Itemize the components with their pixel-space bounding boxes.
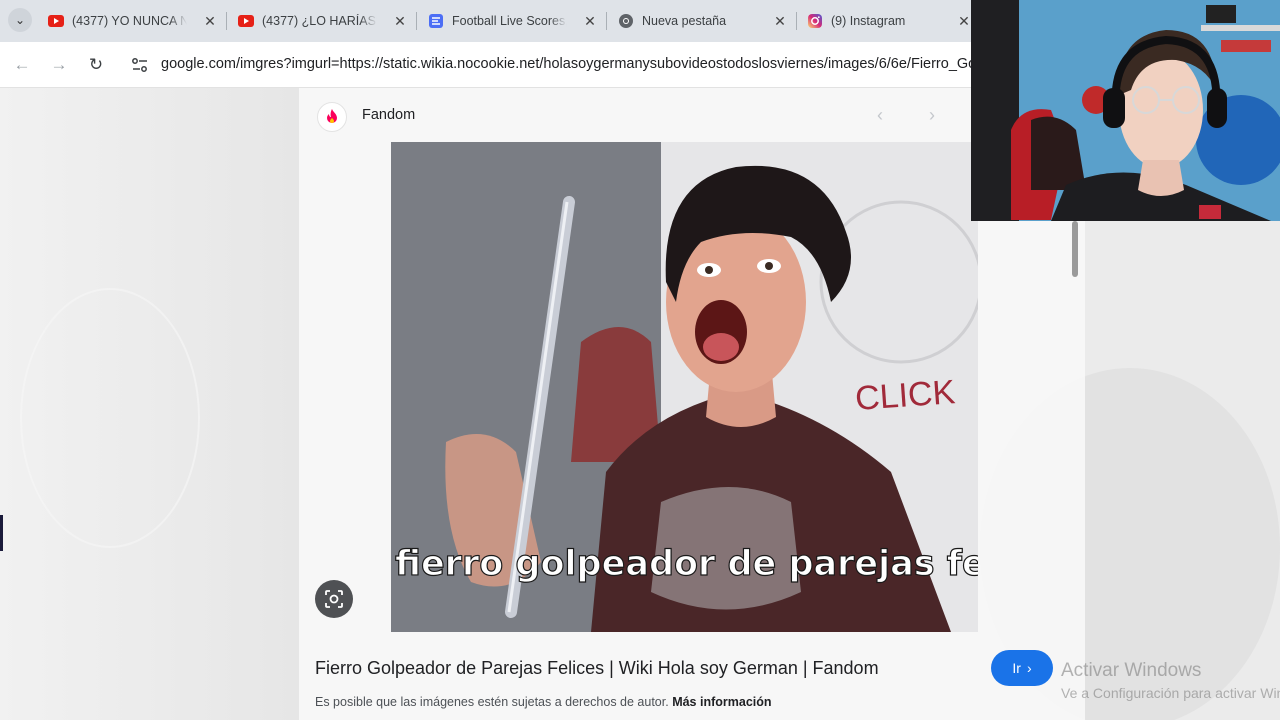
go-button-label: Ir [1012,660,1021,676]
lens-icon [325,590,343,608]
arrow-right-icon: → [50,55,68,74]
tune-icon [132,58,147,72]
preview-image-illustration: CLICK fierro golpeador de parejas felice… [391,142,978,632]
next-image-button[interactable]: › [929,105,935,126]
close-icon[interactable]: ✕ [202,13,218,30]
copyright-text: Es posible que las imágenes estén sujeta… [315,695,669,709]
tab-title: Football Live Scores, [452,14,567,28]
youtube-icon [48,13,64,29]
tab-divider [796,12,797,30]
sign-text: CLICK [854,373,957,418]
webcam-overlay [971,0,1280,221]
background-shape [20,288,200,548]
lens-search-button[interactable] [315,580,353,618]
tab-new-tab[interactable]: Nueva pestaña ✕ [618,6,788,36]
close-icon[interactable]: ✕ [956,13,972,30]
livescore-icon [428,13,444,29]
tab-strip: ⌄ (4377) YO NUNCA NUNCA ✕ (4377) ¿LO HAR… [0,0,975,42]
reload-icon: ↻ [88,55,104,74]
preview-image[interactable]: CLICK fierro golpeador de parejas felice… [391,142,978,632]
activation-watermark-subtitle: Ve a Configuración para activar Windows. [1061,685,1280,701]
close-icon[interactable]: ✕ [772,13,788,30]
close-icon[interactable]: ✕ [582,13,598,30]
site-info-button[interactable] [128,55,152,75]
chevron-right-icon: › [1026,660,1032,676]
tab-divider [226,12,227,30]
webcam-feed [971,0,1280,221]
chevron-left-icon: ‹ [877,105,883,125]
fandom-icon[interactable] [317,102,347,132]
tab-title: Nueva pestaña [642,14,727,28]
forward-button[interactable]: → [47,53,71,77]
activation-watermark-title: Activar Windows [1061,660,1202,681]
tab-title: (4377) YO NUNCA NUNCA [72,14,187,28]
panel-header: Fandom ‹ › [299,88,1085,142]
tab-search-button[interactable]: ⌄ [8,8,32,32]
chevron-down-icon: ⌄ [14,13,26,27]
tab-divider [606,12,607,30]
youtube-icon [238,13,254,29]
tab-youtube-2[interactable]: (4377) ¿LO HARÍAS? | ✕ [238,6,408,36]
previous-image-button[interactable]: ‹ [877,105,883,126]
tab-title: (4377) ¿LO HARÍAS? | [262,14,377,28]
chevron-right-icon: › [929,105,935,125]
tab-divider [416,12,417,30]
source-name[interactable]: Fandom [362,107,415,123]
image-preview-panel: Fandom ‹ › CLICK fierro golpeador de par… [299,88,1085,720]
tab-instagram[interactable]: (9) Instagram ✕ [807,6,972,36]
result-title-link[interactable]: Fierro Golpeador de Parejas Felices | Wi… [315,658,879,679]
image-caption: fierro golpeador de parejas felices [395,544,978,584]
tab-youtube-1[interactable]: (4377) YO NUNCA NUNCA ✕ [48,6,218,36]
chrome-icon [618,13,634,29]
scrollbar-thumb[interactable] [1072,221,1078,277]
more-info-link[interactable]: Más información [672,695,771,709]
close-icon[interactable]: ✕ [392,13,408,30]
go-button[interactable]: Ir › [991,650,1053,686]
arrow-left-icon: ← [13,55,31,74]
address-bar[interactable]: google.com/imgres?imgurl=https://static.… [161,56,973,76]
reload-button[interactable]: ↻ [84,53,108,77]
tab-livescore[interactable]: Football Live Scores, ✕ [428,6,598,36]
back-button[interactable]: ← [10,53,34,77]
copyright-notice: Es posible que las imágenes estén sujeta… [315,695,772,709]
browser-toolbar: ← → ↻ google.com/imgres?imgurl=https://s… [0,42,975,88]
tab-title: (9) Instagram [831,14,906,28]
instagram-icon [807,13,823,29]
background-edge [0,515,3,551]
